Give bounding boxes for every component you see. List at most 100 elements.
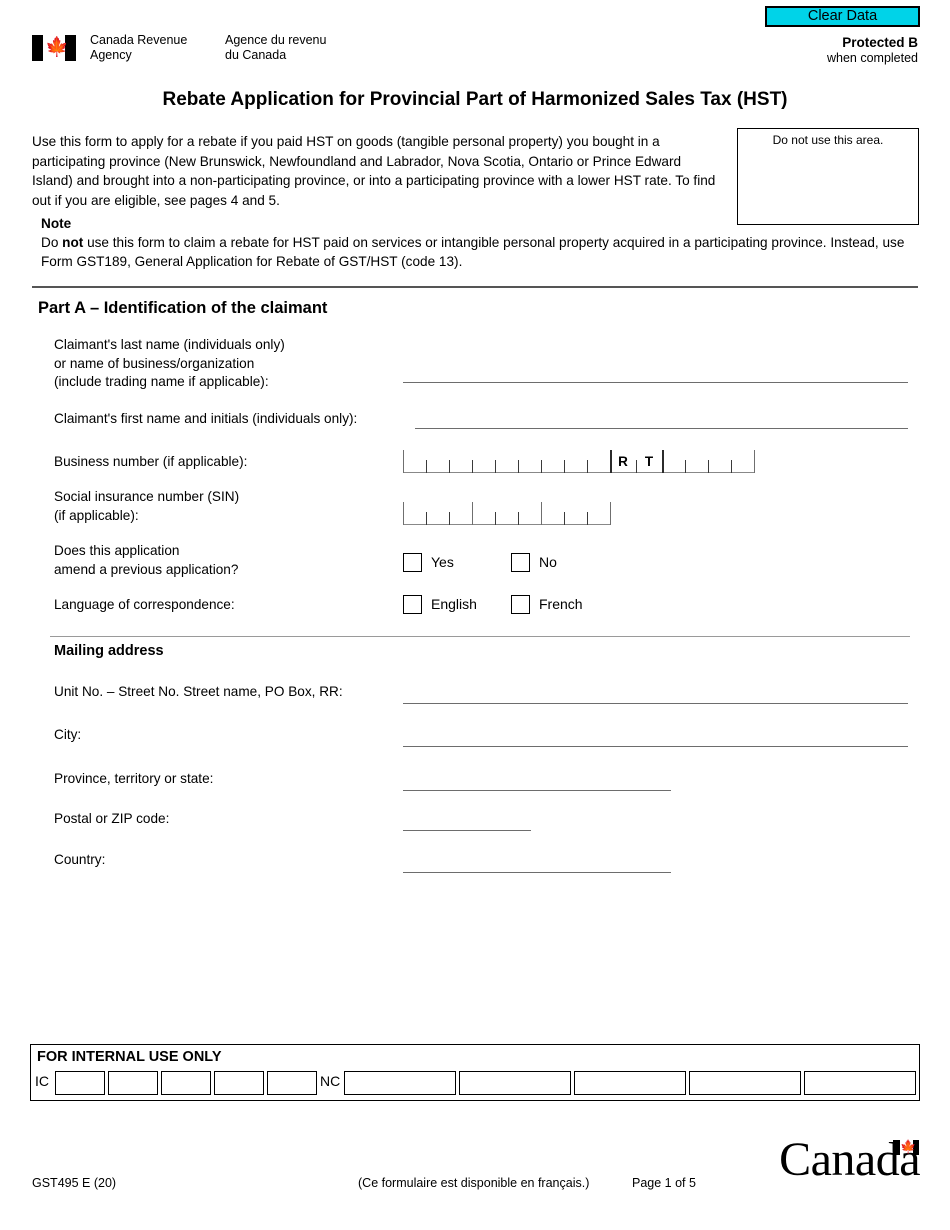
bn-program-t: T xyxy=(636,450,662,473)
section-divider-part-a xyxy=(32,286,918,288)
part-a-heading: Part A – Identification of the claimant xyxy=(38,299,328,317)
sin-label: Social insurance number (SIN) (if applic… xyxy=(54,489,240,523)
nc-cell-3[interactable] xyxy=(574,1071,686,1095)
sin-cell-5[interactable] xyxy=(495,502,518,525)
ic-cell-4[interactable] xyxy=(214,1071,264,1095)
protected-level: Protected B xyxy=(842,35,918,50)
canada-flag-icon: 🍁 xyxy=(32,35,76,61)
sin-cell-8[interactable] xyxy=(564,502,587,525)
first-name-input[interactable] xyxy=(415,428,908,429)
postal-code-label: Postal or ZIP code: xyxy=(54,811,170,826)
sin-cell-2[interactable] xyxy=(426,502,449,525)
language-french-checkbox[interactable] xyxy=(511,595,530,614)
bn-cell-3[interactable] xyxy=(449,450,472,473)
maple-leaf-icon: 🍁 xyxy=(45,37,69,58)
sin-endcap xyxy=(610,502,611,525)
bn-endcap xyxy=(754,450,755,473)
language-french-label: French xyxy=(539,596,583,612)
french-availability-note: (Ce formulaire est disponible en françai… xyxy=(358,1176,590,1190)
ic-label: IC xyxy=(35,1073,49,1089)
wordmark-flag-bar-left xyxy=(893,1140,900,1155)
do-not-use-area: Do not use this area. xyxy=(737,128,919,225)
protected-qualifier: when completed xyxy=(826,51,918,65)
bn-cell-5[interactable] xyxy=(495,450,518,473)
wordmark-maple-leaf-icon: 🍁 xyxy=(900,1140,916,1155)
last-name-label: Claimant's last name (individuals only) … xyxy=(54,337,285,389)
nc-cell-5[interactable] xyxy=(804,1071,916,1095)
sin-input[interactable] xyxy=(403,502,611,525)
intro-paragraph: Use this form to apply for a rebate if y… xyxy=(32,134,716,208)
country-input[interactable] xyxy=(403,872,671,873)
nc-cell-2[interactable] xyxy=(459,1071,571,1095)
postal-code-input[interactable] xyxy=(403,830,531,831)
ic-cell-3[interactable] xyxy=(161,1071,211,1095)
bn-cell-1[interactable] xyxy=(403,450,426,473)
sin-cell-9[interactable] xyxy=(587,502,610,525)
do-not-use-label: Do not use this area. xyxy=(772,133,884,147)
bn-ref-cell-1[interactable] xyxy=(662,450,685,473)
agency-name-en: Canada Revenue Agency xyxy=(90,33,188,62)
note-block: Note Do not use this form to claim a reb… xyxy=(32,215,922,271)
bn-ref-cell-2[interactable] xyxy=(685,450,708,473)
bn-ref-cell-3[interactable] xyxy=(708,450,731,473)
bn-program-r: R xyxy=(610,450,636,473)
internal-use-section: FOR INTERNAL USE ONLY IC NC xyxy=(30,1044,920,1101)
cra-names: Canada Revenue Agency Agence du revenu d… xyxy=(90,33,375,62)
business-number-label: Business number (if applicable): xyxy=(54,454,248,469)
nc-label: NC xyxy=(320,1073,341,1089)
country-label: Country: xyxy=(54,852,106,867)
bn-cell-7[interactable] xyxy=(541,450,564,473)
last-name-input[interactable] xyxy=(403,382,908,383)
ic-cell-5[interactable] xyxy=(267,1071,317,1095)
bn-cell-6[interactable] xyxy=(518,450,541,473)
bn-ref-cell-4[interactable] xyxy=(731,450,754,473)
sin-cell-6[interactable] xyxy=(518,502,541,525)
amend-no-label: No xyxy=(539,554,557,570)
ic-cell-2[interactable] xyxy=(108,1071,158,1095)
sin-cell-3[interactable] xyxy=(449,502,472,525)
note-text: Do not use this form to claim a rebate f… xyxy=(41,233,922,271)
canada-wordmark-flag-icon: 🍁 xyxy=(893,1140,919,1155)
bn-cell-2[interactable] xyxy=(426,450,449,473)
protected-marking: Protected B when completed xyxy=(827,35,918,66)
note-text-emphasis: not xyxy=(62,235,84,250)
nc-cell-1[interactable] xyxy=(344,1071,456,1095)
business-number-input[interactable]: R T xyxy=(403,450,755,473)
page-number: Page 1 of 5 xyxy=(632,1176,696,1190)
first-name-label: Claimant's first name and initials (indi… xyxy=(54,411,358,426)
language-english-label: English xyxy=(431,596,477,612)
internal-use-title: FOR INTERNAL USE ONLY xyxy=(37,1049,222,1065)
canada-wordmark: Canada 🍁 xyxy=(779,1134,920,1186)
street-label: Unit No. – Street No. Street name, PO Bo… xyxy=(54,684,343,699)
note-title: Note xyxy=(41,216,72,231)
clear-data-label: Clear Data xyxy=(807,8,878,25)
amend-yes-checkbox[interactable] xyxy=(403,553,422,572)
note-text-post: use this form to claim a rebate for HST … xyxy=(41,235,905,269)
street-input[interactable] xyxy=(403,703,908,704)
amend-application-label: Does this application amend a previous a… xyxy=(54,543,239,577)
flag-bar-left xyxy=(32,35,43,61)
sin-cell-1[interactable] xyxy=(403,502,426,525)
sin-cell-4[interactable] xyxy=(472,502,495,525)
province-input[interactable] xyxy=(403,790,671,791)
language-english-checkbox[interactable] xyxy=(403,595,422,614)
page-title: Rebate Application for Provincial Part o… xyxy=(162,89,788,110)
city-label: City: xyxy=(54,727,82,742)
bn-cell-8[interactable] xyxy=(564,450,587,473)
agency-name-fr: Agence du revenu du Canada xyxy=(225,33,327,62)
form-code: GST495 E (20) xyxy=(32,1176,117,1190)
bn-cell-4[interactable] xyxy=(472,450,495,473)
clear-data-button[interactable]: Clear Data xyxy=(765,6,920,27)
ic-cell-1[interactable] xyxy=(55,1071,105,1095)
nc-cell-4[interactable] xyxy=(689,1071,801,1095)
city-input[interactable] xyxy=(403,746,908,747)
amend-no-checkbox[interactable] xyxy=(511,553,530,572)
mailing-address-heading: Mailing address xyxy=(54,643,164,659)
sin-cell-7[interactable] xyxy=(541,502,564,525)
province-label: Province, territory or state: xyxy=(54,771,214,786)
bn-cell-9[interactable] xyxy=(587,450,610,473)
form-page: Clear Data 🍁 Canada Revenue Agency Agenc… xyxy=(0,0,950,1230)
amend-yes-label: Yes xyxy=(431,554,454,570)
language-label: Language of correspondence: xyxy=(54,597,235,612)
mailing-address-divider xyxy=(50,636,910,637)
